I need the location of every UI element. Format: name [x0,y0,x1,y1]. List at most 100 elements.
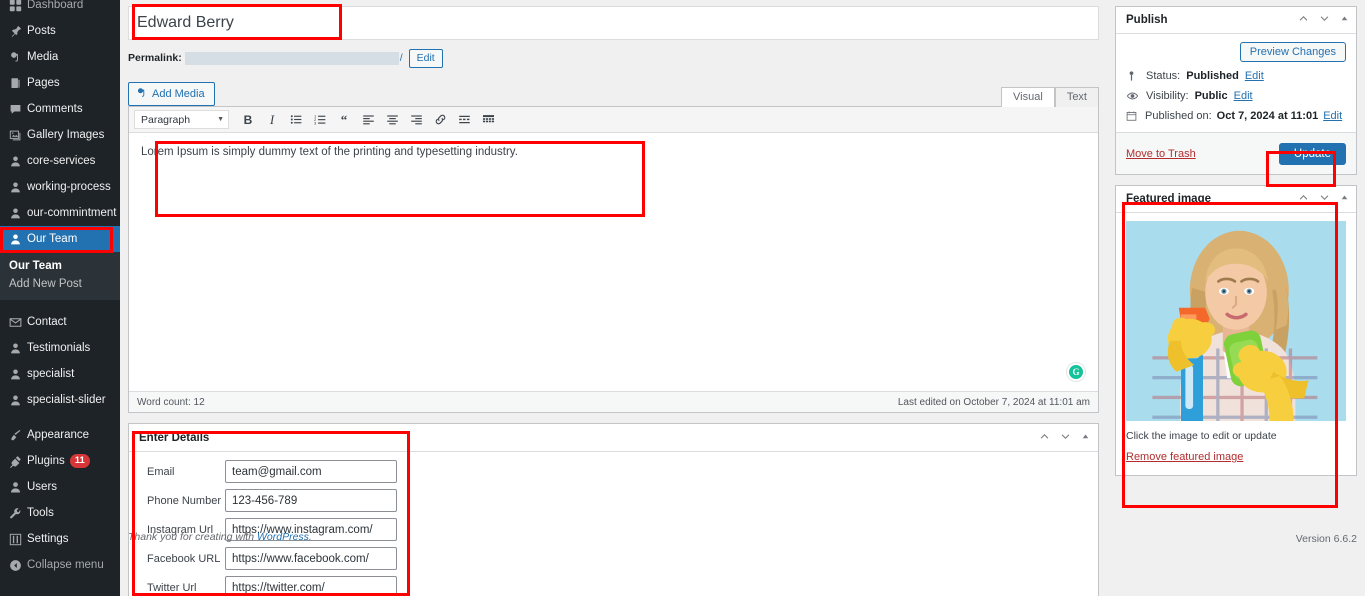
permalink-url-redacted [184,51,399,65]
twitter-url-field[interactable] [225,576,397,596]
sidebar-item-media[interactable]: Media [0,44,120,70]
sidebar-item-specialist[interactable]: specialist [0,361,120,387]
sidebar-submenu-our-team: Our Team Add New Post [0,252,120,300]
permalink-edit-button[interactable]: Edit [408,48,443,68]
toolbar-toggle-icon[interactable] [477,110,499,130]
toggle-panel-icon[interactable] [1081,432,1090,444]
move-up-icon[interactable] [1298,192,1309,206]
sidebar-item-plugins[interactable]: Plugins 11 [0,448,120,474]
permalink-slash: / [399,52,403,64]
tab-visual[interactable]: Visual [1001,87,1055,107]
sidebar-item-label: Dashboard [27,0,84,11]
status-edit-link[interactable]: Edit [1245,70,1264,82]
sidebar-item-label: Tools [27,507,54,519]
sidebar-item-label: Appearance [27,429,90,441]
facebook-url-field[interactable] [225,547,397,570]
publish-panel-footer: Move to Trash Update [1116,132,1356,174]
pages-icon [9,77,27,90]
user-icon [9,155,27,168]
sidebar-item-settings[interactable]: Settings [0,526,120,552]
tab-text[interactable]: Text [1054,87,1099,107]
featured-panel-controls [1298,192,1349,206]
numbered-list-icon[interactable]: 123 [309,110,331,130]
media-icon [9,51,27,64]
status-label: Status: [1146,70,1181,82]
published-label: Published on: [1145,110,1212,122]
email-label: Email [147,465,175,478]
sidebar-item-label: Users [27,481,58,493]
sidebar-item-contact[interactable]: Contact [0,309,120,335]
add-media-button[interactable]: Add Media [128,82,215,106]
calendar-icon [1126,110,1140,122]
toggle-panel-icon[interactable] [1340,193,1349,205]
sidebar-item-our-commintment[interactable]: our-commintment [0,200,120,226]
toggle-panel-icon[interactable] [1340,14,1349,26]
featured-image-panel: Featured image Click the image to edit o… [1115,185,1357,476]
grammarly-icon[interactable]: G [1066,362,1086,382]
sidebar-item-comments[interactable]: Comments [0,96,120,122]
sidebar-item-posts[interactable]: Posts [0,18,120,44]
content-editor: Paragraph ▼ B I 123 “ Lorem Ipsum is sim… [128,106,1099,413]
bulleted-list-icon[interactable] [285,110,307,130]
bold-icon[interactable]: B [237,110,259,130]
phone-number-label: Phone Number [147,494,221,507]
sidebar-item-pages[interactable]: Pages [0,70,120,96]
preview-changes-button[interactable]: Preview Changes [1239,42,1346,62]
move-down-icon[interactable] [1060,431,1071,445]
submenu-item-add-new-post[interactable]: Add New Post [0,275,120,293]
dashboard-icon [9,0,27,12]
sidebar-item-our-team[interactable]: Our Team [0,226,120,252]
move-up-icon[interactable] [1039,431,1050,445]
move-up-icon[interactable] [1298,13,1309,27]
format-select-value: Paragraph [141,113,191,126]
visibility-edit-link[interactable]: Edit [1234,90,1253,102]
move-down-icon[interactable] [1319,192,1330,206]
user-icon [9,342,27,355]
read-more-icon[interactable] [453,110,475,130]
field-row-email: Email [139,460,1088,483]
move-down-icon[interactable] [1319,13,1330,27]
sidebar-item-working-process[interactable]: working-process [0,174,120,200]
add-media-icon [136,87,148,102]
user-icon [9,233,27,246]
published-edit-link[interactable]: Edit [1323,110,1342,122]
sidebar-item-label: our-commintment [27,207,117,219]
sidebar-item-specialist-slider[interactable]: specialist-slider [0,387,120,413]
editor-content-area[interactable]: Lorem Ipsum is simply dummy text of the … [129,133,1098,391]
italic-icon[interactable]: I [261,110,283,130]
sidebar-item-gallery-images[interactable]: Gallery Images [0,122,120,148]
align-right-icon[interactable] [405,110,427,130]
sidebar-item-appearance[interactable]: Appearance [0,422,120,448]
sidebar-item-collapse-menu[interactable]: Collapse menu [0,552,120,578]
wordpress-link[interactable]: WordPress [257,531,309,543]
phone-number-field[interactable] [225,489,397,512]
email-field[interactable] [225,460,397,483]
post-title-input[interactable] [128,6,1099,40]
sidebar-item-label: Contact [27,316,67,328]
user-icon [9,181,27,194]
featured-image-thumbnail[interactable] [1126,221,1346,421]
last-edited: Last edited on October 7, 2024 at 11:01 … [897,396,1090,408]
sidebar-item-label: Gallery Images [27,129,105,141]
collapse-icon [9,559,27,572]
submenu-item-our-team[interactable]: Our Team [0,257,120,275]
sidebar-item-tools[interactable]: Tools [0,500,120,526]
editor-toolbar: Paragraph ▼ B I 123 “ [129,107,1098,133]
sidebar-item-users[interactable]: Users [0,474,120,500]
align-center-icon[interactable] [381,110,403,130]
paragraph-format-select[interactable]: Paragraph ▼ [134,110,229,129]
blockquote-icon[interactable]: “ [333,110,355,130]
sidebar-item-label: core-services [27,155,96,167]
sidebar-item-dashboard[interactable]: Dashboard [0,0,120,18]
update-button[interactable]: Update [1278,142,1346,165]
sidebar-item-core-services[interactable]: core-services [0,148,120,174]
move-to-trash-link[interactable]: Move to Trash [1126,148,1196,160]
link-icon[interactable] [429,110,451,130]
wordpress-credit-footer: Thank you for creating with WordPress. [128,531,312,543]
remove-featured-image-link[interactable]: Remove featured image [1126,451,1243,463]
sidebar-item-testimonials[interactable]: Testimonials [0,335,120,361]
align-left-icon[interactable] [357,110,379,130]
editor-column: Permalink: / Edit Add Media Visual Text … [120,0,1107,596]
wordpress-version: Version 6.6.2 [1295,533,1357,545]
grammarly-letter: G [1069,365,1083,379]
